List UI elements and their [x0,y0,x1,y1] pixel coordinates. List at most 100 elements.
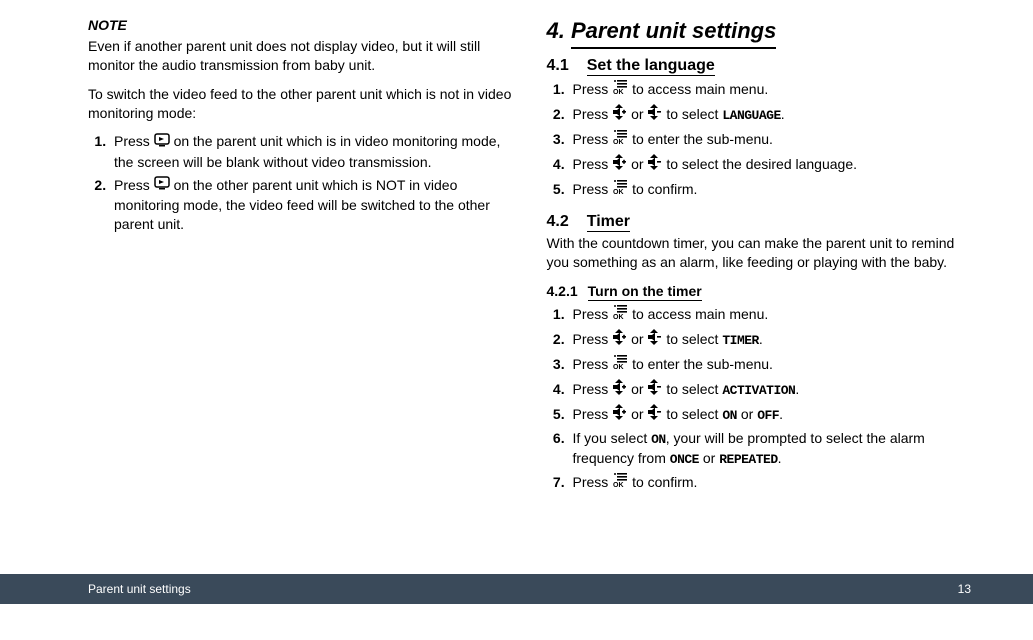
step-text: to select [666,381,722,397]
step-text: Press [573,81,613,97]
step-text: or [631,156,647,172]
list-item: Press to confirm. [569,473,972,494]
volume-down-icon [647,154,662,175]
two-column-layout: NOTE Even if another parent unit does no… [0,0,1033,503]
step-text: Press [573,356,613,372]
step-text: or [631,331,647,347]
menu-ok-icon [612,79,628,100]
list-item: Press or to select the desired language. [569,155,972,176]
step-text: to confirm. [632,474,697,490]
menu-ok-icon [612,354,628,375]
step-text: Press [573,106,613,122]
footer-page-number: 13 [958,581,971,597]
s421-steps: Press to access main menu. Press or to s… [547,305,972,493]
volume-up-icon [612,329,627,350]
step-text: . [781,106,785,122]
step-text: . [778,450,782,466]
list-item: Press or to select ACTIVATION. [569,380,972,401]
step-text: Press [573,406,613,422]
step-text: to enter the sub-menu. [632,131,773,147]
volume-up-icon [612,104,627,125]
menu-label: ON [722,408,737,423]
volume-up-icon [612,154,627,175]
step-text: or [631,406,647,422]
menu-label: ON [651,432,666,447]
step-text: on the other parent unit which is NOT in… [114,177,490,232]
step-text: . [795,381,799,397]
left-steps-list: Press on the parent unit which is in vid… [88,132,513,233]
step-text: If you select [573,430,652,446]
volume-down-icon [647,329,662,350]
document-page: NOTE Even if another parent unit does no… [0,0,1033,640]
step-text: or [699,450,719,466]
step-text: to access main menu. [632,81,768,97]
note-heading: NOTE [88,16,513,35]
s42-intro: With the countdown timer, you can make t… [547,234,972,272]
right-column: 4. Parent unit settings 4.1 Set the langu… [547,16,972,503]
video-icon [154,175,170,195]
subsection-number: 4.1 [547,55,569,77]
list-item: Press to access main menu. [569,80,972,101]
list-item: Press or to select LANGUAGE. [569,105,972,126]
menu-label: ACTIVATION [722,383,795,398]
step-text: on the parent unit which is in video mon… [114,133,500,169]
step-text: to confirm. [632,181,697,197]
step-text: Press [573,381,613,397]
switch-intro: To switch the video feed to the other pa… [88,85,513,123]
step-text: Press [573,474,613,490]
step-text: to select [666,406,722,422]
step-text: to access main menu. [632,306,768,322]
step-text: Press [114,133,154,149]
menu-label: LANGUAGE [722,108,780,123]
list-item: Press to enter the sub-menu. [569,130,972,151]
footer-title: Parent unit settings [88,581,191,597]
step-text: or [631,381,647,397]
step-text: Press [573,331,613,347]
menu-label: OFF [757,408,779,423]
list-item: Press or to select ON or OFF. [569,405,972,426]
subsubsection-heading: 4.2.1 Turn on the timer [547,282,972,301]
volume-up-icon [612,404,627,425]
step-text: or [631,106,647,122]
menu-ok-icon [612,129,628,150]
list-item: Press or to select TIMER. [569,330,972,351]
step-text: or [737,406,757,422]
list-item: If you select ON, your will be prompted … [569,429,972,468]
step-text: Press [573,306,613,322]
menu-label: ONCE [670,452,699,467]
subsubsection-number: 4.2.1 [547,282,578,301]
subsection-heading: 4.2 Timer [547,211,972,233]
menu-ok-icon [612,304,628,325]
left-column: NOTE Even if another parent unit does no… [88,16,513,503]
step-text: to select [666,331,722,347]
subsection-number: 4.2 [547,211,569,233]
s41-steps: Press to access main menu. Press or to s… [547,80,972,200]
step-text: . [759,331,763,347]
section-heading: 4. Parent unit settings [547,16,972,49]
subsubsection-title: Turn on the timer [588,283,702,301]
step-text: Press [573,181,613,197]
left-step: Press on the parent unit which is in vid… [110,132,513,171]
section-number: 4. [547,18,565,43]
list-item: Press to access main menu. [569,305,972,326]
menu-label: REPEATED [719,452,777,467]
video-icon [154,132,170,152]
volume-down-icon [647,404,662,425]
menu-ok-icon [612,472,628,493]
step-text: Press [573,131,613,147]
step-text: Press [573,156,613,172]
step-text: to enter the sub-menu. [632,356,773,372]
volume-up-icon [612,379,627,400]
subsection-title: Timer [587,213,630,232]
step-text: . [779,406,783,422]
subsection-title: Set the language [587,57,715,76]
left-step: Press on the other parent unit which is … [110,176,513,234]
step-text: to select the desired language. [666,156,857,172]
list-item: Press to confirm. [569,180,972,201]
list-item: Press to enter the sub-menu. [569,355,972,376]
section-title: Parent unit settings [571,16,776,49]
menu-label: TIMER [722,333,759,348]
volume-down-icon [647,104,662,125]
subsection-heading: 4.1 Set the language [547,55,972,77]
menu-ok-icon [612,179,628,200]
